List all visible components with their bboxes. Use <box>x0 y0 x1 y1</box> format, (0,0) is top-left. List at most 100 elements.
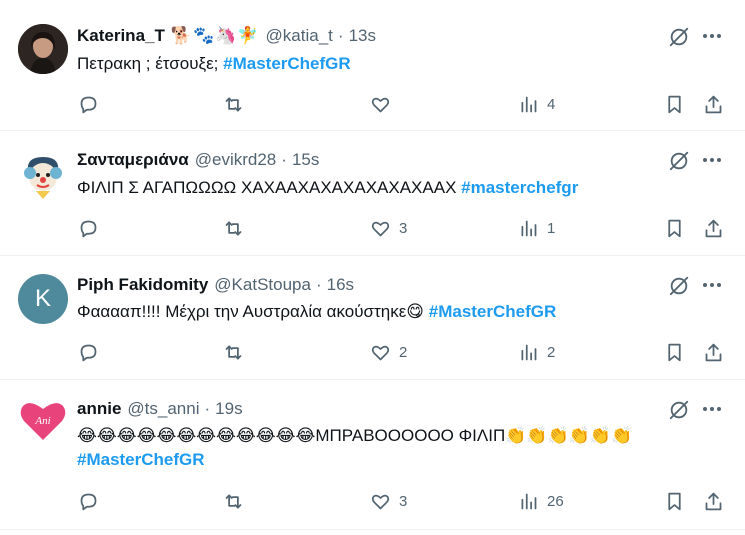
more-icon[interactable] <box>700 25 724 47</box>
views-icon <box>521 220 537 236</box>
user-handle[interactable]: @evikrd28 <box>195 150 277 170</box>
view-count: 2 <box>547 343 556 361</box>
separator: · <box>315 275 322 294</box>
bookmark-button[interactable] <box>664 489 685 513</box>
display-name[interactable]: annie <box>77 399 121 419</box>
like-icon <box>371 97 390 112</box>
hashtag-link[interactable]: #MasterChefGR <box>429 302 557 321</box>
avatar[interactable] <box>18 151 68 201</box>
hashtag-link[interactable]: #MasterChefGR <box>77 450 205 469</box>
avatar[interactable] <box>18 24 68 74</box>
avatar-clown <box>18 151 68 201</box>
tweet-text-body: Φααααπ!!!! Μέχρι την Αυστραλία ακούστηκε… <box>77 302 429 321</box>
share-button[interactable] <box>703 92 724 116</box>
repost-button[interactable] <box>223 92 252 116</box>
reply-icon <box>80 220 97 237</box>
reply-button[interactable] <box>78 340 107 364</box>
like-icon <box>371 494 390 509</box>
like-button[interactable] <box>370 92 399 116</box>
grok-icon[interactable] <box>668 26 690 48</box>
user-handle[interactable]: @KatStoupa <box>214 275 311 295</box>
reply-icon <box>80 493 97 510</box>
tweet[interactable]: Σανταμεριάνα @evikrd28 · 15s ΦΙΛΙΠ Σ ΑΓΑ… <box>0 131 745 256</box>
like-count: 3 <box>399 219 408 237</box>
like-button[interactable]: 3 <box>370 489 407 513</box>
bookmark-button[interactable] <box>664 340 685 364</box>
reply-icon <box>80 344 97 361</box>
tweet-text: Πετρακη ; έτσουξε; #MasterChefGR <box>77 52 727 76</box>
views-icon <box>521 96 537 112</box>
repost-button[interactable] <box>223 216 252 240</box>
tweet[interactable]: K Piph Fakidomity @KatStoupa · 16s Φαααα… <box>0 256 745 380</box>
tweet-header: Piph Fakidomity @KatStoupa · 16s <box>77 273 354 297</box>
share-icon <box>705 492 722 510</box>
timestamp[interactable]: 19s <box>215 399 242 419</box>
grok-icon[interactable] <box>668 399 690 421</box>
share-button[interactable] <box>703 216 724 240</box>
avatar[interactable]: Ani <box>18 396 68 446</box>
tweet-header: Σανταμεριάνα @evikrd28 · 15s <box>77 148 319 172</box>
timestamp[interactable]: 15s <box>292 150 319 170</box>
grok-icon[interactable] <box>668 150 690 172</box>
share-icon <box>705 343 722 361</box>
views-button[interactable]: 26 <box>518 489 564 513</box>
tweet-text: ΦΙΛΙΠ Σ ΑΓΑΠΩΩΩΩ ΧΑΧΑΑΧΑΧΑΧΑΧΑΧΑΧΑΑΧ #ma… <box>77 176 727 200</box>
action-bar: 3 26 <box>0 489 745 513</box>
repost-button[interactable] <box>223 489 252 513</box>
grok-icon[interactable] <box>668 275 690 297</box>
timestamp[interactable]: 13s <box>349 26 376 46</box>
separator: · <box>337 26 344 45</box>
tweet[interactable]: Ani annie @ts_anni · 19s 😂😂😂😂😂😂😂😂😂😂😂😂ΜΠΡ… <box>0 380 745 530</box>
views-button[interactable]: 4 <box>518 92 555 116</box>
views-button[interactable]: 1 <box>518 216 555 240</box>
views-icon <box>521 344 537 360</box>
view-count: 1 <box>547 219 556 237</box>
user-handle[interactable]: @katia_t <box>266 26 333 46</box>
bookmark-icon <box>668 95 681 113</box>
tweet-text: 😂😂😂😂😂😂😂😂😂😂😂😂ΜΠΡΑΒΟΟΟΟΟΟ ΦΙΛΙΠ👏👏👏👏👏👏 #Mas… <box>77 424 717 472</box>
view-count: 4 <box>547 95 556 113</box>
reply-button[interactable] <box>78 216 107 240</box>
tweet-header: Katerina_T 🐕🐾🦄🧚 @katia_t · 13s <box>77 24 376 48</box>
like-button[interactable]: 3 <box>370 216 407 240</box>
bookmark-icon <box>668 492 681 510</box>
tweet-text-body: Πετρακη ; έτσουξε; <box>77 54 224 73</box>
more-icon[interactable] <box>700 398 724 420</box>
more-icon[interactable] <box>700 274 724 296</box>
user-handle[interactable]: @ts_anni <box>127 399 199 419</box>
reply-button[interactable] <box>78 489 107 513</box>
reply-button[interactable] <box>78 92 107 116</box>
name-emojis: 🐕🐾🦄🧚 <box>170 26 260 45</box>
like-count: 3 <box>399 492 408 510</box>
action-bar: 2 2 <box>0 340 745 364</box>
like-icon <box>371 345 390 360</box>
more-icon[interactable] <box>700 149 724 171</box>
avatar-heart-label: Ani <box>34 415 50 427</box>
share-icon <box>705 95 722 113</box>
like-icon <box>371 221 390 236</box>
display-name[interactable]: Katerina_T <box>77 26 165 46</box>
avatar[interactable]: K <box>18 274 68 324</box>
display-name[interactable]: Piph Fakidomity <box>77 275 208 295</box>
share-icon <box>705 219 722 237</box>
timestamp[interactable]: 16s <box>327 275 354 295</box>
views-icon <box>521 493 537 509</box>
hashtag-link[interactable]: #MasterChefGR <box>223 54 351 73</box>
bookmark-button[interactable] <box>664 92 685 116</box>
views-button[interactable]: 2 <box>518 340 555 364</box>
bookmark-icon <box>668 219 681 237</box>
tweet[interactable]: Katerina_T 🐕🐾🦄🧚 @katia_t · 13s Πετρακη ;… <box>0 0 745 131</box>
hashtag-link[interactable]: #masterchefgr <box>461 178 578 197</box>
bookmark-icon <box>668 343 681 361</box>
avatar-letter: K <box>34 285 51 312</box>
avatar-photo <box>18 24 68 74</box>
repost-icon <box>225 345 242 359</box>
share-button[interactable] <box>703 340 724 364</box>
bookmark-button[interactable] <box>664 216 685 240</box>
repost-icon <box>225 494 242 508</box>
repost-button[interactable] <box>223 340 252 364</box>
like-button[interactable]: 2 <box>370 340 407 364</box>
display-name[interactable]: Σανταμεριάνα <box>77 150 189 170</box>
tweet-header: annie @ts_anni · 19s <box>77 397 243 421</box>
share-button[interactable] <box>703 489 724 513</box>
